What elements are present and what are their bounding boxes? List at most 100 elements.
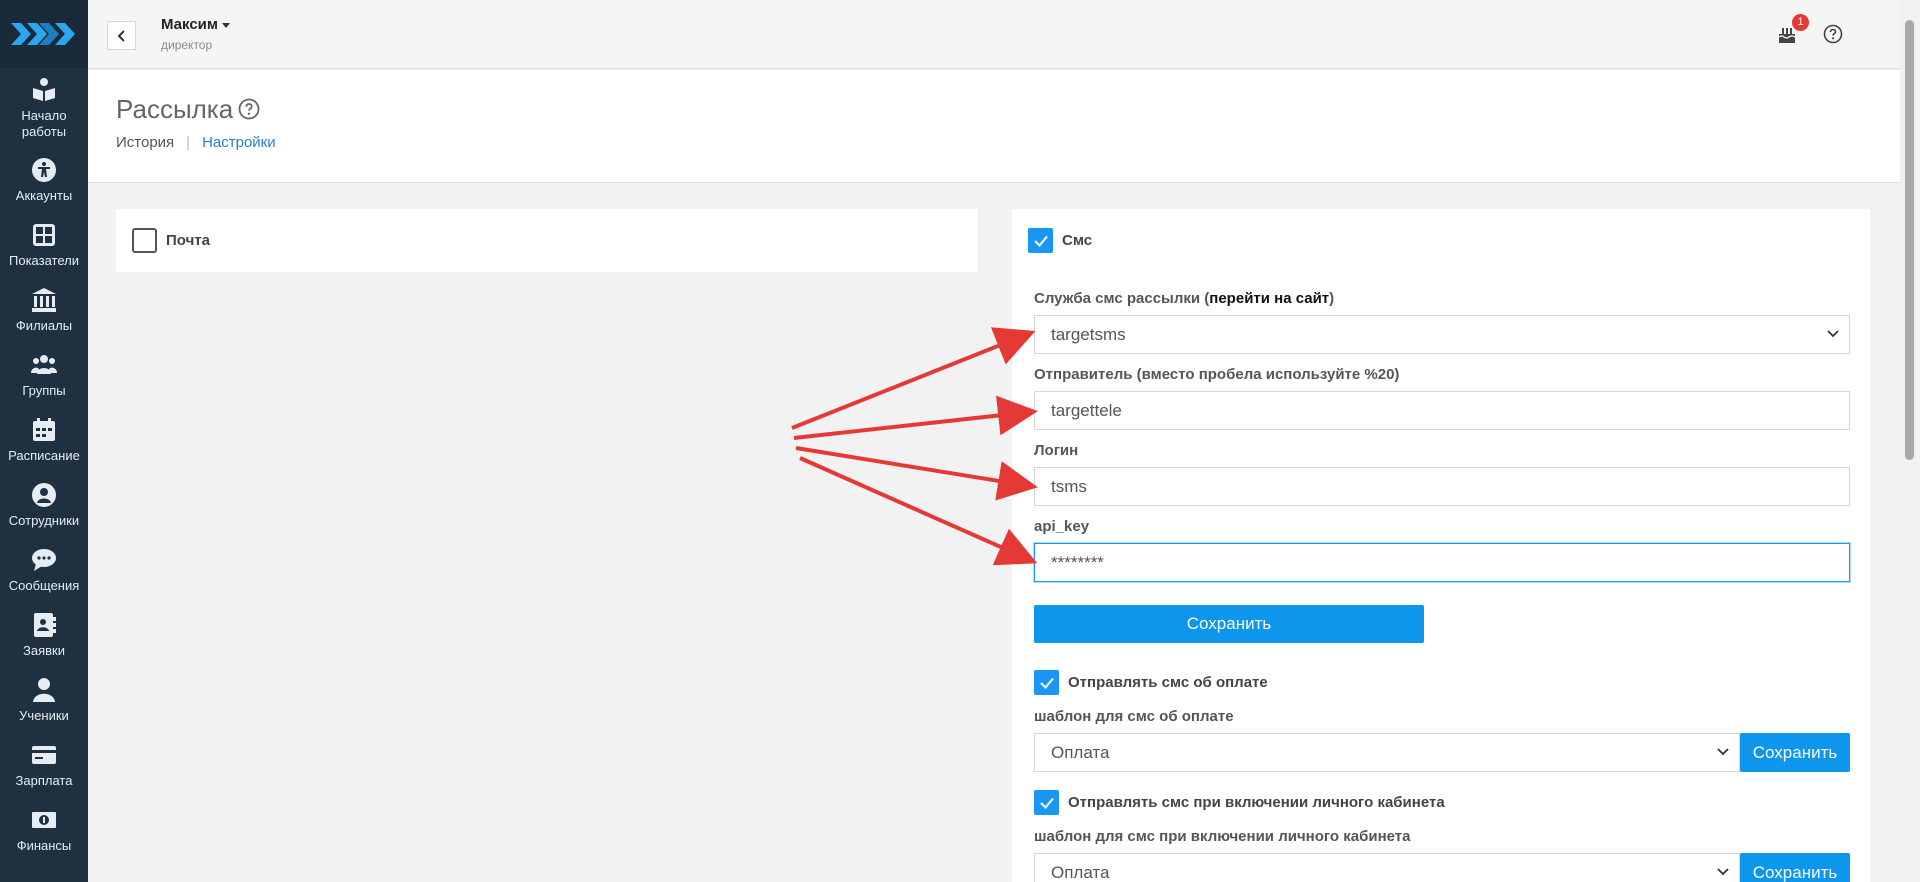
sidebar-item-label: Расписание bbox=[8, 448, 80, 463]
service-label-suffix: ) bbox=[1329, 290, 1335, 307]
user-role: директор bbox=[161, 38, 213, 52]
arrow-to-sender bbox=[793, 395, 1038, 440]
cabinet-template-select[interactable]: Оплата bbox=[1034, 853, 1740, 882]
payment-template-select[interactable]: Оплата bbox=[1034, 733, 1740, 772]
sidebar-item-label: Филиалы bbox=[15, 318, 73, 333]
payment-sms-label: Отправлять смс об оплате bbox=[1068, 674, 1268, 691]
service-label: Служба смс рассылки (перейти на сайт) bbox=[1034, 290, 1334, 307]
user-menu[interactable]: Максим bbox=[161, 16, 230, 33]
help-button[interactable] bbox=[1820, 21, 1846, 47]
credit-card-icon bbox=[32, 746, 56, 764]
chevron-left-icon bbox=[117, 29, 125, 42]
users-group-icon bbox=[31, 355, 57, 374]
sms-settings-form: Служба смс рассылки (перейти на сайт) ta… bbox=[1012, 272, 1870, 882]
sidebar-item-start[interactable]: Начало работы bbox=[0, 68, 88, 148]
chevron-down-icon bbox=[1717, 868, 1729, 876]
sidebar-item-dashboard[interactable]: Показатели bbox=[0, 213, 88, 278]
chevron-down-icon bbox=[1717, 748, 1729, 756]
address-book-icon bbox=[34, 613, 56, 637]
arrow-to-api-key bbox=[799, 456, 1038, 566]
sms-panel-header: Смс bbox=[1012, 209, 1870, 272]
bank-building-icon bbox=[32, 288, 56, 312]
notification-badge: 1 bbox=[1792, 14, 1809, 31]
birthday-button[interactable]: 1 bbox=[1774, 14, 1809, 47]
back-button[interactable] bbox=[107, 21, 136, 50]
sidebar-item-label: Сообщения bbox=[8, 578, 80, 593]
sidebar-item-accounts[interactable]: Аккаунты bbox=[0, 148, 88, 213]
sms-checkbox[interactable] bbox=[1028, 228, 1053, 253]
cabinet-sms-row: Отправлять смс при включении личного каб… bbox=[1034, 790, 1445, 815]
money-bill-icon bbox=[32, 812, 56, 828]
sms-label: Смс bbox=[1062, 232, 1093, 249]
service-select-value: targetsms bbox=[1051, 325, 1126, 344]
checkmark-icon bbox=[1033, 235, 1048, 247]
payment-sms-checkbox[interactable] bbox=[1034, 670, 1059, 695]
subnav: История | Настройки bbox=[116, 134, 276, 151]
scrollbar-thumb[interactable] bbox=[1905, 20, 1914, 460]
cabinet-template-label: шаблон для смс при включении личного каб… bbox=[1034, 828, 1411, 845]
chat-bubble-icon bbox=[32, 549, 56, 571]
checkmark-icon bbox=[1039, 677, 1054, 689]
sidebar-item-employees[interactable]: Сотрудники bbox=[0, 473, 88, 538]
page-scrollbar[interactable] bbox=[1900, 0, 1920, 882]
user-name: Максим bbox=[161, 16, 218, 33]
user-icon bbox=[33, 678, 55, 702]
payment-sms-row: Отправлять смс об оплате bbox=[1034, 670, 1268, 695]
api-key-input[interactable]: ******** bbox=[1034, 543, 1850, 582]
payment-template-save-button[interactable]: Сохранить bbox=[1740, 733, 1850, 772]
sidebar-item-branches[interactable]: Филиалы bbox=[0, 278, 88, 343]
sidebar: Начало работы Аккаунты Показатели Филиал… bbox=[0, 0, 88, 882]
sidebar-item-students[interactable]: Ученики bbox=[0, 668, 88, 733]
login-label: Логин bbox=[1034, 442, 1079, 459]
book-reader-icon bbox=[33, 77, 55, 101]
sidebar-item-label: Сотрудники bbox=[8, 513, 80, 528]
tab-history[interactable]: История bbox=[116, 134, 174, 151]
accessibility-icon bbox=[32, 158, 56, 182]
dashboard-grid-icon bbox=[33, 224, 55, 246]
service-select[interactable]: targetsms bbox=[1034, 315, 1850, 354]
cabinet-template-value: Оплата bbox=[1051, 863, 1110, 882]
caret-down-icon bbox=[222, 22, 230, 28]
login-input[interactable]: tsms bbox=[1034, 467, 1850, 506]
mail-label: Почта bbox=[166, 232, 210, 249]
sidebar-item-messages[interactable]: Сообщения bbox=[0, 538, 88, 603]
cabinet-template-save-button[interactable]: Сохранить bbox=[1740, 853, 1850, 882]
logo-icon bbox=[11, 23, 75, 45]
arrow-to-login bbox=[795, 446, 1038, 501]
cabinet-sms-label: Отправлять смс при включении личного каб… bbox=[1068, 794, 1445, 811]
mail-checkbox[interactable] bbox=[132, 228, 157, 253]
sidebar-item-groups[interactable]: Группы bbox=[0, 343, 88, 408]
sidebar-item-finance[interactable]: Финансы bbox=[0, 798, 88, 863]
subnav-separator: | bbox=[186, 134, 191, 151]
sender-input[interactable]: targettele bbox=[1034, 391, 1850, 430]
user-circle-icon bbox=[32, 483, 56, 507]
service-site-link[interactable]: перейти на сайт bbox=[1209, 290, 1329, 307]
top-bar: Максим директор 1 bbox=[88, 0, 1900, 69]
service-label-text: Служба смс рассылки ( bbox=[1034, 290, 1210, 307]
help-icon[interactable] bbox=[238, 98, 260, 120]
app-logo[interactable] bbox=[0, 0, 88, 68]
save-button[interactable]: Сохранить bbox=[1034, 605, 1424, 643]
sidebar-item-label: Начало работы bbox=[21, 107, 67, 139]
sidebar-item-salary[interactable]: Зарплата bbox=[0, 733, 88, 798]
question-circle-icon bbox=[1823, 24, 1843, 44]
cabinet-sms-checkbox[interactable] bbox=[1034, 790, 1059, 815]
sidebar-item-label: Аккаунты bbox=[15, 188, 73, 203]
sender-label: Отправитель (вместо пробела используйте … bbox=[1034, 366, 1400, 383]
sidebar-item-requests[interactable]: Заявки bbox=[0, 603, 88, 668]
checkmark-icon bbox=[1039, 797, 1054, 809]
sidebar-item-schedule[interactable]: Расписание bbox=[0, 408, 88, 473]
sidebar-item-label: Группы bbox=[22, 383, 66, 398]
calendar-icon bbox=[33, 418, 55, 441]
payment-template-value: Оплата bbox=[1051, 743, 1110, 762]
sidebar-item-label: Заявки bbox=[23, 643, 65, 658]
sidebar-item-label: Зарплата bbox=[15, 773, 73, 788]
mail-panel-header: Почта bbox=[116, 209, 978, 272]
api-key-label: api_key bbox=[1034, 518, 1090, 535]
sidebar-item-label: Показатели bbox=[9, 253, 79, 268]
page-header: Рассылка История | Настройки bbox=[88, 70, 1900, 183]
tab-settings[interactable]: Настройки bbox=[202, 134, 276, 151]
arrow-to-service bbox=[791, 327, 1036, 430]
page-title: Рассылка bbox=[116, 94, 234, 124]
sidebar-item-label: Финансы bbox=[16, 838, 72, 853]
